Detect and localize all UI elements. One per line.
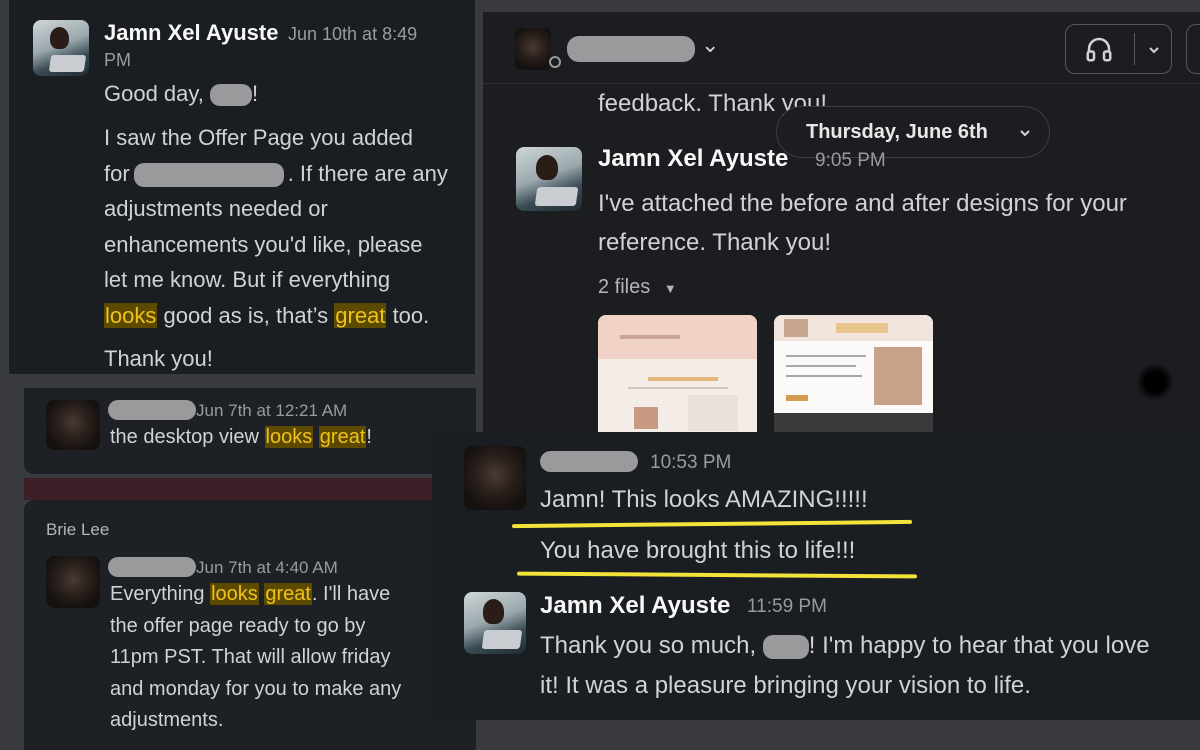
files-toggle[interactable]: 2 files ▼ — [598, 276, 677, 299]
file-thumbnail-before[interactable] — [598, 315, 757, 432]
handdrawn-underline — [511, 519, 913, 529]
message-panel-amazing: 10:53 PM Jamn! This looks AMAZING!!!!! Y… — [432, 432, 1200, 720]
message-timestamp[interactable]: 9:05 PM — [815, 150, 886, 172]
avatar[interactable] — [464, 592, 526, 654]
avatar[interactable] — [464, 446, 526, 510]
closing-line: Thank you! — [104, 346, 213, 371]
message-timestamp[interactable]: 11:59 PM — [747, 596, 827, 618]
avatar[interactable] — [33, 20, 89, 76]
message-panel-brie-everything: Brie Lee Jun 7th at 4:40 AM Everything l… — [24, 500, 476, 750]
huddle-button[interactable] — [1065, 24, 1172, 74]
date-divider-label: Thursday, June 6th — [806, 121, 988, 143]
caret-down-icon: ▼ — [663, 281, 677, 296]
search-highlight: looks — [104, 302, 158, 328]
files-label: 2 files — [598, 276, 651, 298]
status-dot — [549, 56, 561, 68]
redacted-name — [762, 634, 809, 659]
redacted-channel-name[interactable] — [567, 36, 695, 62]
channel-avatar[interactable] — [515, 28, 551, 70]
message-body: Everything looks great. I'll have the of… — [110, 583, 402, 731]
redacted-sender-name — [108, 400, 196, 420]
sender-name[interactable]: Jamn Xel Ayuste — [540, 592, 730, 620]
message-timestamp-cont: PM — [104, 50, 131, 70]
message-line-1: Jamn! This looks AMAZING!!!!! — [540, 486, 868, 513]
sender-name[interactable]: Jamn Xel Ayuste — [104, 20, 278, 46]
message-timestamp[interactable]: Jun 7th at 4:40 AM — [196, 558, 338, 578]
message-body: the desktop view looks great! — [110, 426, 372, 448]
redacted-sender-name — [540, 451, 638, 472]
message-panel-brie-desktop: Jun 7th at 12:21 AM the desktop view loo… — [24, 388, 476, 474]
message-line-2: You have brought this to life!!! — [540, 537, 856, 564]
chevron-down-icon[interactable] — [1147, 43, 1161, 57]
sender-name[interactable]: Jamn Xel Ayuste — [598, 145, 788, 173]
redacted-text — [133, 162, 284, 187]
avatar[interactable] — [46, 400, 100, 450]
message-timestamp[interactable]: Jun 10th at 8:49 — [288, 24, 417, 45]
avatar[interactable] — [516, 147, 582, 211]
avatar[interactable] — [46, 556, 100, 608]
channel-name[interactable]: Brie Lee — [46, 520, 109, 540]
cursor-shadow — [1137, 364, 1173, 400]
chevron-down-icon[interactable]: ⌄ — [701, 32, 719, 58]
message-body: I've attached the before and after desig… — [598, 190, 1127, 256]
message-timestamp[interactable]: 10:53 PM — [650, 452, 731, 474]
message-body: Thank you so much, ! I'm happy to hear t… — [540, 632, 1150, 699]
redacted-name — [210, 84, 252, 107]
headphones-icon — [1086, 37, 1112, 62]
search-highlight: looks — [264, 426, 314, 448]
message-panel-jamn-files: ⌄ feedback. Thank you! Thursday, June 6t… — [483, 12, 1200, 432]
file-thumbnail-after[interactable] — [774, 315, 933, 432]
search-highlight: great — [334, 302, 387, 328]
divider-strip — [24, 478, 476, 500]
message-panel-jamn-jun10: Jamn Xel Ayuste Jun 10th at 8:49 PM Good… — [9, 0, 475, 374]
huddle-divider — [1134, 33, 1135, 65]
search-highlight: great — [318, 426, 367, 448]
details-button[interactable] — [1186, 24, 1200, 74]
search-highlight: great — [264, 583, 312, 605]
greeting-line: Good day, ! — [104, 81, 259, 107]
chevron-down-icon — [1020, 130, 1030, 137]
message-paragraph: I saw the Offer Page you added for. If t… — [104, 125, 448, 328]
handdrawn-underline — [516, 571, 918, 579]
message-timestamp[interactable]: Jun 7th at 12:21 AM — [196, 401, 347, 421]
message-body: Good day, ! — [104, 76, 474, 111]
redacted-sender-name — [108, 557, 196, 577]
channel-header: ⌄ — [483, 12, 1200, 84]
search-highlight: looks — [210, 583, 259, 605]
